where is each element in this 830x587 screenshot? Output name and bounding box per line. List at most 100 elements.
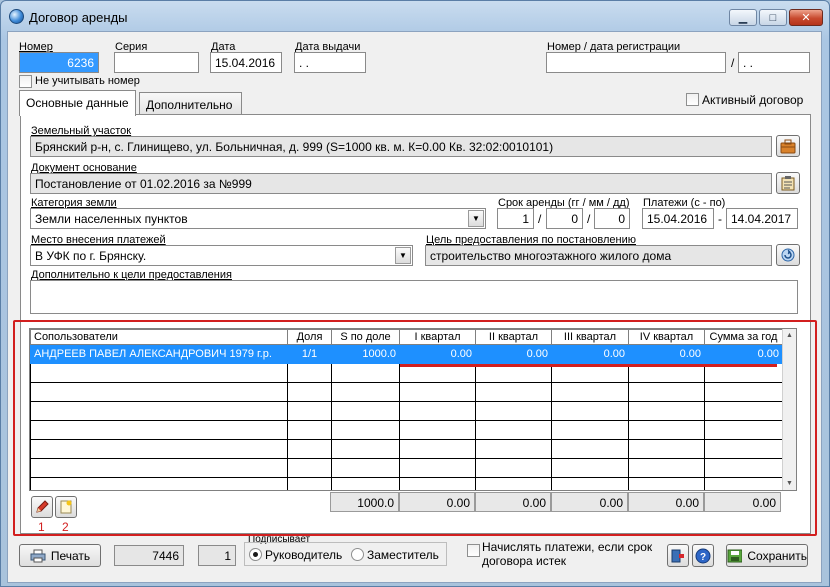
co-users-grid[interactable]: Сопользователи Доля S по доле I квартал … bbox=[29, 328, 797, 491]
annotation-1: 1 bbox=[38, 520, 45, 534]
cell-q4[interactable]: 0.00 bbox=[628, 344, 705, 364]
exit-button[interactable] bbox=[667, 544, 689, 567]
col-header-q1[interactable]: I квартал bbox=[399, 329, 476, 345]
basis-doc-field[interactable]: Постановление от 01.02.2016 за №999 bbox=[30, 173, 772, 194]
table-row[interactable] bbox=[30, 420, 783, 440]
scroll-down-icon[interactable]: ▼ bbox=[783, 480, 796, 487]
radio-selected-dot bbox=[253, 552, 258, 557]
table-row[interactable] bbox=[30, 401, 783, 421]
payment-place-value: В УФК по г. Брянску. bbox=[35, 249, 147, 263]
payment-place-select[interactable]: В УФК по г. Брянску. ▼ bbox=[30, 245, 413, 266]
tab-main-data[interactable]: Основные данные bbox=[19, 90, 136, 116]
new-row-button[interactable] bbox=[55, 496, 77, 518]
table-row[interactable] bbox=[30, 458, 783, 478]
land-category-value: Земли населенных пунктов bbox=[35, 212, 188, 226]
accrue-payments-label-line1: Начислять платежи, если срок bbox=[482, 540, 653, 554]
save-button[interactable]: Сохранить bbox=[726, 544, 808, 567]
tab-additional[interactable]: Дополнительно bbox=[139, 92, 242, 116]
table-row[interactable] bbox=[30, 439, 783, 459]
col-header-year-total[interactable]: Сумма за год bbox=[704, 329, 783, 345]
print-button[interactable]: Печать bbox=[19, 544, 101, 567]
table-row[interactable] bbox=[30, 477, 783, 490]
lease-days-field[interactable]: 0 bbox=[594, 208, 630, 229]
payments-to-field[interactable]: 14.04.2017 bbox=[726, 208, 798, 229]
col-header-share[interactable]: Доля bbox=[287, 329, 332, 345]
chevron-down-icon[interactable]: ▼ bbox=[395, 247, 411, 264]
col-header-q3[interactable]: III квартал bbox=[551, 329, 629, 345]
ignore-number-checkbox[interactable] bbox=[19, 75, 32, 88]
highlight-underline bbox=[400, 364, 777, 367]
signer-radio-director[interactable] bbox=[249, 548, 262, 561]
signer-radio-deputy[interactable] bbox=[351, 548, 364, 561]
edit-row-button[interactable] bbox=[31, 496, 53, 518]
land-category-select[interactable]: Земли населенных пунктов ▼ bbox=[30, 208, 486, 229]
exit-icon bbox=[671, 549, 684, 562]
maximize-button[interactable]: □ bbox=[759, 9, 787, 26]
print-label: Печать bbox=[50, 548, 91, 563]
total-year: 0.00 bbox=[704, 492, 781, 512]
active-contract-checkbox[interactable] bbox=[686, 93, 699, 106]
cell-area[interactable]: 1000.0 bbox=[331, 344, 400, 364]
total-q4: 0.00 bbox=[628, 492, 704, 512]
annotation-2: 2 bbox=[62, 520, 69, 534]
counter-field: 7446 bbox=[114, 545, 184, 566]
cell-share[interactable]: 1/1 bbox=[287, 344, 332, 364]
cell-co-user[interactable]: АНДРЕЕВ ПАВЕЛ АЛЕКСАНДРОВИЧ 1979 г.р. bbox=[30, 344, 288, 364]
cell-q1[interactable]: 0.00 bbox=[399, 344, 476, 364]
signer-option-director: Руководитель bbox=[265, 548, 343, 562]
issue-date-field[interactable]: . . bbox=[294, 52, 366, 73]
pencil-icon bbox=[36, 500, 49, 513]
col-header-area[interactable]: S по доле bbox=[331, 329, 400, 345]
close-button[interactable]: ✕ bbox=[789, 9, 823, 26]
table-row[interactable] bbox=[30, 382, 783, 402]
cell-q2[interactable]: 0.00 bbox=[475, 344, 552, 364]
cell-year-total[interactable]: 0.00 bbox=[704, 344, 783, 364]
help-icon: ? bbox=[695, 548, 711, 563]
extra-purpose-field[interactable] bbox=[30, 280, 798, 314]
ignore-number-label: Не учитывать номер bbox=[35, 75, 140, 87]
grid-scrollbar[interactable]: ▲ ▼ bbox=[782, 329, 796, 490]
cell-q3[interactable]: 0.00 bbox=[551, 344, 629, 364]
new-document-icon bbox=[60, 500, 72, 514]
save-icon bbox=[727, 549, 743, 562]
land-plot-lookup-button[interactable] bbox=[776, 135, 800, 157]
minimize-button[interactable]: ▁ bbox=[729, 9, 757, 26]
svg-text:?: ? bbox=[700, 552, 706, 563]
scroll-up-icon[interactable]: ▲ bbox=[783, 332, 796, 339]
lease-separator-1: / bbox=[538, 212, 542, 226]
payments-from-field[interactable]: 15.04.2016 bbox=[642, 208, 714, 229]
window-title: Договор аренды bbox=[29, 10, 128, 25]
table-row[interactable]: АНДРЕЕВ ПАВЕЛ АЛЕКСАНДРОВИЧ 1979 г.р. 1/… bbox=[30, 344, 783, 364]
active-contract-label: Активный договор bbox=[702, 93, 804, 107]
total-q1: 0.00 bbox=[399, 492, 475, 512]
total-q2: 0.00 bbox=[475, 492, 551, 512]
accrue-payments-checkbox[interactable] bbox=[467, 544, 480, 557]
app-globe-icon bbox=[9, 9, 24, 24]
date-field[interactable]: 15.04.2016 bbox=[210, 52, 282, 73]
registration-date-field[interactable]: . . bbox=[738, 52, 810, 73]
printer-icon bbox=[30, 549, 46, 562]
total-area: 1000.0 bbox=[330, 492, 399, 512]
purpose-lookup-button[interactable] bbox=[776, 244, 800, 266]
clipboard-icon bbox=[781, 176, 795, 191]
lease-months-field[interactable]: 0 bbox=[546, 208, 583, 229]
number-field[interactable]: 6236 bbox=[19, 52, 99, 73]
lease-years-field[interactable]: 1 bbox=[497, 208, 534, 229]
copies-field: 1 bbox=[198, 545, 236, 566]
registration-separator: / bbox=[731, 56, 735, 70]
chevron-down-icon[interactable]: ▼ bbox=[468, 210, 484, 227]
co-users-table: Сопользователи Доля S по доле I квартал … bbox=[30, 329, 783, 490]
grid-header-row: Сопользователи Доля S по доле I квартал … bbox=[30, 329, 783, 345]
briefcase-icon bbox=[780, 139, 796, 154]
purpose-field[interactable]: строительство многоэтажного жилого дома bbox=[425, 245, 772, 266]
refresh-icon bbox=[781, 248, 795, 262]
land-plot-field[interactable]: Брянский р-н, с. Глинищево, ул. Больничн… bbox=[30, 136, 772, 157]
col-header-q4[interactable]: IV квартал bbox=[628, 329, 705, 345]
help-button[interactable]: ? bbox=[692, 544, 714, 567]
col-header-q2[interactable]: II квартал bbox=[475, 329, 552, 345]
payments-dash: - bbox=[718, 212, 722, 226]
basis-doc-lookup-button[interactable] bbox=[776, 172, 800, 194]
series-field[interactable] bbox=[114, 52, 199, 73]
col-header-co-users[interactable]: Сопользователи bbox=[30, 329, 288, 345]
registration-number-field[interactable] bbox=[546, 52, 726, 73]
